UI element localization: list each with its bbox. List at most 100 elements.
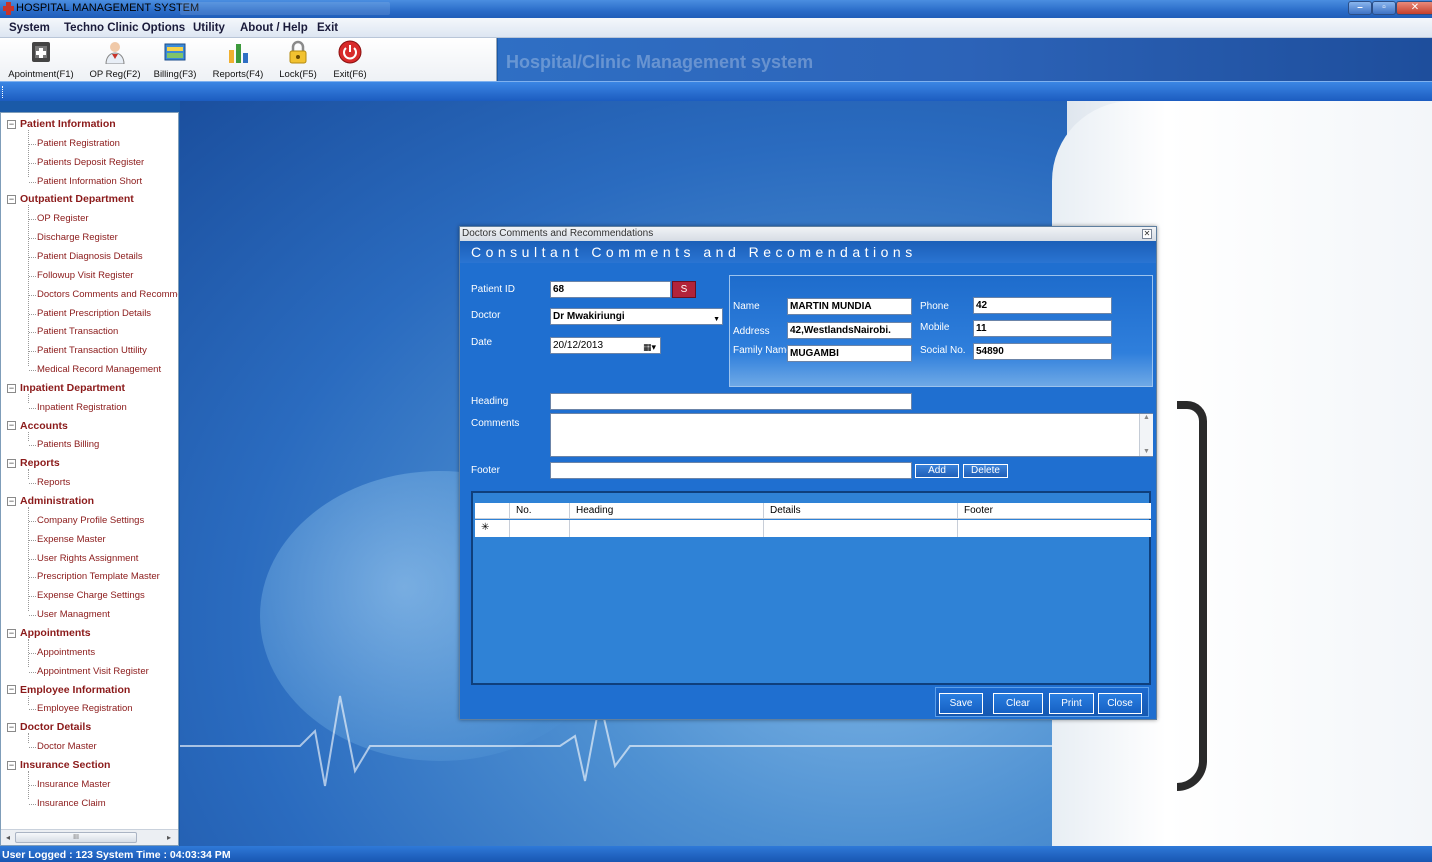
sidebar-item[interactable]: Doctor Master: [37, 741, 97, 752]
grid-col-footer[interactable]: Footer: [957, 503, 1151, 518]
sidebar-item[interactable]: Patient Prescription Details: [37, 308, 151, 319]
search-patient-button[interactable]: S: [672, 281, 696, 298]
sidebar-item[interactable]: Medical Record Management: [37, 364, 161, 375]
chevron-down-icon[interactable]: ▼: [713, 312, 720, 324]
sidebar-item[interactable]: OP Register: [37, 213, 89, 224]
scroll-left-icon[interactable]: ◂: [2, 832, 14, 843]
sidebar-item[interactable]: Patient Registration: [37, 138, 120, 149]
sidebar-horizontal-scrollbar[interactable]: ◂ III ▸: [1, 829, 178, 845]
comments-grid[interactable]: No. Heading Details Footer ✳: [471, 491, 1151, 685]
grid-col-no[interactable]: No.: [509, 503, 569, 518]
menu-about-help[interactable]: About / Help: [240, 22, 308, 34]
menu-techno-clinic-options[interactable]: Techno Clinic Options: [64, 22, 185, 34]
tree-category[interactable]: − Doctor Details: [7, 721, 91, 733]
menu-system[interactable]: System: [9, 22, 50, 34]
clear-button[interactable]: Clear: [993, 693, 1043, 714]
sidebar-item[interactable]: Appointment Visit Register: [37, 666, 149, 677]
grid-col-heading[interactable]: Heading: [569, 503, 763, 518]
reports-button[interactable]: Reports(F4): [210, 40, 266, 80]
sidebar-item[interactable]: Expense Charge Settings: [37, 590, 145, 601]
collapse-icon[interactable]: −: [7, 628, 16, 638]
tree-category[interactable]: − Appointments: [7, 627, 91, 639]
date-picker[interactable]: 20/12/2013 ▦▾: [550, 337, 661, 354]
comments-textarea[interactable]: [550, 413, 1153, 457]
phone-field[interactable]: 42: [973, 297, 1112, 314]
dialog-close-icon[interactable]: ✕: [1142, 229, 1152, 239]
footer-field[interactable]: [550, 462, 912, 479]
address-field[interactable]: 42,WestlandsNairobi.: [787, 322, 912, 339]
tree-category[interactable]: − Insurance Section: [7, 759, 110, 771]
sidebar-item[interactable]: Reports: [37, 477, 70, 488]
collapse-icon[interactable]: −: [7, 195, 16, 205]
sidebar-item[interactable]: Insurance Claim: [37, 798, 106, 809]
sidebar-item[interactable]: Patients Billing: [37, 439, 99, 450]
appointment-button[interactable]: Apointment(F1): [8, 40, 74, 80]
collapse-icon[interactable]: −: [7, 760, 16, 770]
scroll-thumb[interactable]: III: [15, 832, 137, 843]
tree-category[interactable]: − Patient Information: [7, 118, 116, 130]
op-registration-button[interactable]: OP Reg(F2): [88, 40, 142, 80]
calendar-icon[interactable]: ▦▾: [643, 340, 656, 353]
doctor-select[interactable]: Dr Mwakiriungi ▼: [550, 308, 723, 325]
collapse-icon[interactable]: −: [7, 383, 16, 393]
tree-category[interactable]: − Inpatient Department: [7, 382, 125, 394]
sidebar-item[interactable]: Insurance Master: [37, 779, 110, 790]
grip-handle[interactable]: [2, 86, 5, 98]
tree-category[interactable]: − Reports: [7, 457, 60, 469]
delete-button[interactable]: Delete: [963, 464, 1008, 478]
collapse-icon[interactable]: −: [7, 119, 16, 129]
collapse-icon[interactable]: −: [7, 722, 16, 732]
grid-cell[interactable]: [763, 520, 957, 537]
grid-cell[interactable]: [569, 520, 763, 537]
grid-col-details[interactable]: Details: [763, 503, 957, 518]
tree-category[interactable]: − Administration: [7, 495, 94, 507]
save-button[interactable]: Save: [939, 693, 983, 714]
collapse-icon[interactable]: −: [7, 685, 16, 695]
collapse-icon[interactable]: −: [7, 496, 16, 506]
sidebar-item[interactable]: User Rights Assignment: [37, 553, 138, 564]
tree-category[interactable]: − Employee Information: [7, 684, 130, 696]
sidebar-item[interactable]: Employee Registration: [37, 703, 133, 714]
sidebar-item[interactable]: Company Profile Settings: [37, 515, 144, 526]
tree-category[interactable]: − Outpatient Department: [7, 193, 134, 205]
close-dialog-button[interactable]: Close: [1098, 693, 1142, 714]
print-button[interactable]: Print: [1049, 693, 1094, 714]
comments-scrollbar[interactable]: ▲ ▼: [1139, 414, 1153, 456]
collapse-icon[interactable]: −: [7, 459, 16, 469]
sidebar-item[interactable]: Inpatient Registration: [37, 402, 127, 413]
sidebar-item[interactable]: Patient Diagnosis Details: [37, 251, 143, 262]
close-button[interactable]: ✕: [1396, 1, 1432, 15]
grid-cell[interactable]: [509, 520, 569, 537]
menu-utility[interactable]: Utility: [193, 22, 225, 34]
sidebar-item[interactable]: Patient Transaction Uttility: [37, 345, 147, 356]
sidebar-item[interactable]: Appointments: [37, 647, 95, 658]
sidebar-item[interactable]: Doctors Comments and Recommer: [37, 289, 178, 300]
grid-new-row[interactable]: ✳: [475, 520, 1151, 537]
sidebar-item[interactable]: Discharge Register: [37, 232, 118, 243]
sidebar-item[interactable]: Prescription Template Master: [37, 571, 160, 582]
family-name-field[interactable]: MUGAMBI: [787, 345, 912, 362]
scroll-right-icon[interactable]: ▸: [163, 832, 175, 843]
exit-button[interactable]: Exit(F6): [330, 40, 370, 80]
grid-cell[interactable]: [957, 520, 1151, 537]
mobile-field[interactable]: 11: [973, 320, 1112, 337]
add-button[interactable]: Add: [915, 464, 959, 478]
name-field[interactable]: MARTIN MUNDIA: [787, 298, 912, 315]
sidebar-item[interactable]: Patient Information Short: [37, 176, 142, 187]
heading-field[interactable]: [550, 393, 912, 410]
sidebar-item[interactable]: User Managment: [37, 609, 110, 620]
billing-button[interactable]: Billing(F3): [152, 40, 198, 80]
tree-category[interactable]: − Accounts: [7, 420, 68, 432]
scroll-down-icon[interactable]: ▼: [1140, 448, 1153, 455]
minimize-button[interactable]: –: [1348, 1, 1372, 15]
patient-id-field[interactable]: 68: [550, 281, 671, 298]
maximize-button[interactable]: ▫: [1372, 1, 1396, 15]
scroll-up-icon[interactable]: ▲: [1140, 414, 1153, 421]
sidebar-item[interactable]: Expense Master: [37, 534, 106, 545]
lock-button[interactable]: Lock(F5): [276, 40, 320, 80]
collapse-icon[interactable]: −: [7, 421, 16, 431]
sidebar-item[interactable]: Patients Deposit Register: [37, 157, 144, 168]
social-no-field[interactable]: 54890: [973, 343, 1112, 360]
sidebar-item[interactable]: Followup Visit Register: [37, 270, 133, 281]
sidebar-item[interactable]: Patient Transaction: [37, 326, 118, 337]
